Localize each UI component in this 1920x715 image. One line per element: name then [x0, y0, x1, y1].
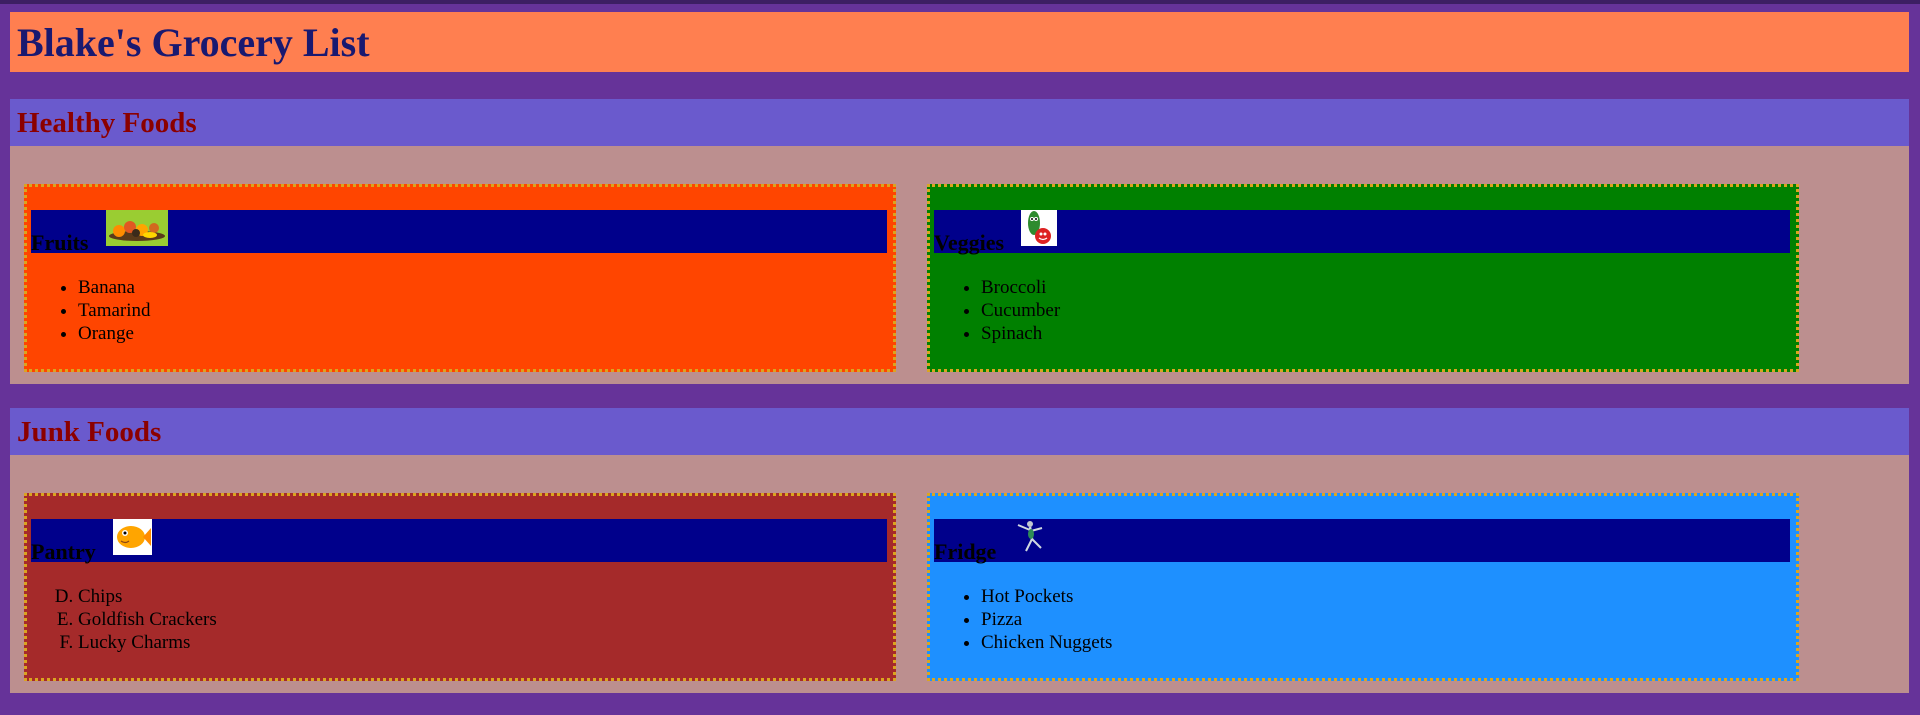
list-item: Hot Pockets — [981, 585, 1112, 608]
section-header: Junk Foods — [10, 408, 1909, 455]
section-healthy-foods: Healthy Foods Fruits Banana Tamarind Ora… — [10, 99, 1909, 384]
page-header: Blake's Grocery List — [10, 12, 1909, 72]
list-item: Goldfish Crackers — [78, 608, 217, 631]
card-header-bar: Pantry — [31, 519, 887, 564]
top-edge-strip — [0, 0, 1920, 4]
dancing-figure-icon — [1017, 521, 1043, 552]
card-title: Fruits — [31, 230, 89, 255]
card-fridge: Fridge Hot Pockets Pizza Chicken Nuggets — [927, 493, 1799, 681]
section-header: Healthy Foods — [10, 99, 1909, 146]
list-item: Tamarind — [78, 299, 151, 322]
card-fruits: Fruits Banana Tamarind Orange — [24, 184, 896, 372]
fridge-list: Hot Pockets Pizza Chicken Nuggets — [930, 585, 1112, 654]
list-item: Pizza — [981, 608, 1112, 631]
card-title: Pantry — [31, 539, 96, 564]
card-title: Fridge — [934, 539, 997, 564]
goldfish-cracker-icon — [113, 519, 152, 555]
fruits-list: Banana Tamarind Orange — [27, 276, 151, 345]
list-item: Chicken Nuggets — [981, 631, 1112, 654]
cucumber-tomato-icon — [1021, 210, 1057, 246]
card-pantry: Pantry Chips Goldfish Crackers Lucky Cha… — [24, 493, 896, 681]
fruit-basket-icon — [106, 210, 168, 246]
list-item: Cucumber — [981, 299, 1060, 322]
list-item: Broccoli — [981, 276, 1060, 299]
list-item: Banana — [78, 276, 151, 299]
list-item: Orange — [78, 322, 151, 345]
card-title: Veggies — [934, 230, 1005, 255]
card-header-bar: Fruits — [31, 210, 887, 255]
card-veggies: Veggies Broccoli Cucumber Spinach — [927, 184, 1799, 372]
list-item: Lucky Charms — [78, 631, 217, 654]
page-title: Blake's Grocery List — [17, 20, 370, 65]
section-heading: Junk Foods — [17, 416, 162, 448]
pantry-list: Chips Goldfish Crackers Lucky Charms — [27, 585, 217, 654]
section-heading: Healthy Foods — [17, 107, 197, 139]
veggies-list: Broccoli Cucumber Spinach — [930, 276, 1060, 345]
card-header-bar: Fridge — [934, 519, 1790, 564]
section-junk-foods: Junk Foods Pantry Chips Goldfish Cracker… — [10, 408, 1909, 693]
list-item: Chips — [78, 585, 217, 608]
list-item: Spinach — [981, 322, 1060, 345]
card-header-bar: Veggies — [934, 210, 1790, 255]
